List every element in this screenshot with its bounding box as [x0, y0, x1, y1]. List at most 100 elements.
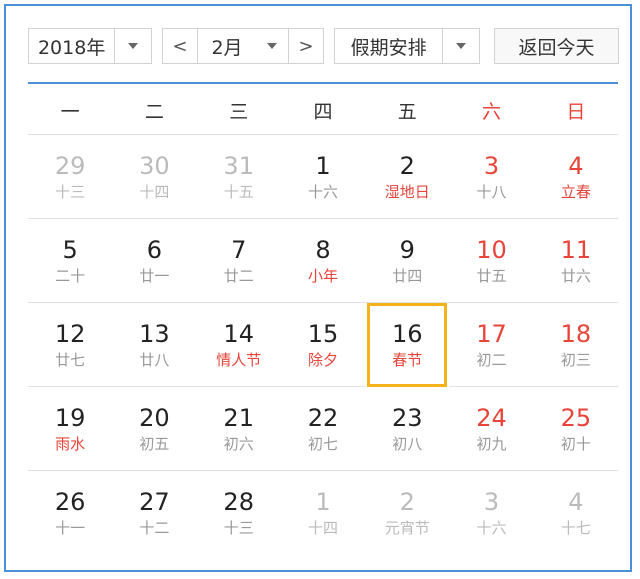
weekday-label: 日 [566, 100, 586, 123]
day-number: 28 [223, 488, 254, 516]
day-number: 17 [476, 319, 507, 348]
day-number: 8 [315, 235, 331, 264]
calendar-day[interactable]: 27 十二 [112, 471, 196, 555]
lunar-date-label: 十六 [307, 182, 338, 201]
day-number: 16 [392, 320, 423, 348]
calendar-day[interactable]: 14 情人节 [196, 303, 281, 387]
lunar-date-label: 十五 [223, 182, 254, 201]
lunar-date-label: 春节 [392, 351, 423, 369]
day-number: 10 [476, 235, 507, 264]
lunar-date-label: 立春 [560, 182, 591, 201]
weekday-label: 五 [397, 100, 417, 123]
prev-month-button[interactable]: < [163, 29, 197, 63]
day-number: 11 [560, 235, 592, 264]
lunar-date-label: 初五 [139, 434, 170, 453]
calendar-day[interactable]: 11 廿六 [533, 219, 618, 303]
calendar-day[interactable]: 6 廿一 [112, 219, 197, 303]
day-number: 31 [223, 151, 254, 180]
day-number: 6 [146, 235, 163, 264]
calendar-day[interactable]: 28 十三 [197, 471, 281, 555]
lunar-date-label: 廿八 [139, 350, 170, 369]
calendar-day[interactable]: 8 小年 [280, 219, 366, 303]
day-number: 19 [54, 403, 86, 432]
calendar-day[interactable]: 18 初三 [533, 303, 618, 387]
calendar-day[interactable]: 25 初十 [533, 387, 618, 471]
day-number: 24 [476, 403, 507, 432]
calendar-day[interactable]: 15 除夕 [280, 303, 366, 387]
calendar-day[interactable]: 13 廿八 [112, 303, 197, 387]
calendar-day[interactable]: 1 十四 [281, 471, 365, 555]
lunar-date-label: 廿六 [560, 266, 591, 285]
lunar-date-label: 廿二 [223, 266, 254, 285]
day-number: 29 [54, 151, 86, 180]
calendar-day[interactable]: 12 廿七 [28, 303, 113, 387]
lunar-date-label: 十四 [307, 519, 338, 537]
weekday-label: 四 [313, 100, 333, 123]
lunar-date-label: 十七 [560, 519, 591, 537]
calendar-day[interactable]: 19 雨水 [28, 387, 113, 471]
calendar-day[interactable]: 22 初七 [280, 387, 366, 471]
year-select[interactable]: 2018年 [28, 28, 152, 64]
calendar-day-selected[interactable]: 16 春节 [367, 303, 448, 387]
day-number: 7 [231, 235, 247, 264]
calendar-day[interactable]: 10 廿五 [449, 219, 534, 303]
lunar-date-label: 十六 [476, 519, 507, 537]
day-number: 3 [483, 488, 500, 516]
lunar-date-label: 十一 [55, 519, 86, 537]
calendar-day[interactable]: 23 初八 [365, 387, 450, 471]
day-number: 20 [139, 403, 170, 432]
calendar-day[interactable]: 3 十六 [449, 471, 533, 555]
day-number: 26 [54, 488, 86, 516]
calendar-day[interactable]: 5 二十 [28, 219, 113, 303]
calendar-toolbar: 2018年 < 2月 > 假期安排 返回今天 [6, 6, 630, 82]
calendar-day[interactable]: 4 立春 [533, 135, 618, 219]
day-number: 4 [568, 488, 584, 516]
weekday-header: 一二三四五六日 [28, 86, 618, 135]
day-number: 2 [399, 151, 415, 180]
calendar-day[interactable]: 24 初九 [449, 387, 534, 471]
day-number: 1 [315, 488, 331, 516]
chevron-down-icon[interactable] [443, 29, 479, 63]
day-number: 2 [399, 488, 415, 516]
calendar-day[interactable]: 1 十六 [280, 135, 366, 219]
day-number: 22 [307, 403, 339, 432]
calendar-day[interactable]: 29 十三 [28, 135, 113, 219]
lunar-date-label: 初九 [476, 434, 507, 453]
calendar-day[interactable]: 9 廿四 [365, 219, 450, 303]
weekday-label: 六 [482, 100, 502, 123]
calendar-day[interactable]: 17 初二 [449, 303, 534, 387]
holiday-select-value: 假期安排 [350, 36, 427, 59]
lunar-date-label: 雨水 [55, 434, 86, 453]
holiday-select[interactable]: 假期安排 [334, 28, 480, 64]
lunar-date-label: 情人节 [216, 350, 262, 369]
lunar-date-label: 初八 [392, 434, 423, 453]
calendar-day[interactable]: 30 十四 [112, 135, 197, 219]
weekday-label: 一 [60, 100, 80, 123]
lunar-date-label: 初二 [476, 350, 507, 369]
lunar-date-label: 十八 [476, 182, 507, 201]
lunar-date-label: 十三 [55, 182, 86, 201]
month-navigator: < 2月 > [162, 28, 324, 64]
chevron-down-icon[interactable] [256, 29, 288, 63]
lunar-date-label: 初六 [223, 434, 254, 453]
calendar-day[interactable]: 2 湿地日 [365, 135, 450, 219]
day-number: 18 [560, 319, 592, 348]
calendar-day[interactable]: 21 初六 [196, 387, 281, 471]
lunar-date-label: 廿五 [476, 266, 507, 285]
calendar-day[interactable]: 26 十一 [28, 471, 112, 555]
lunar-date-label: 廿四 [392, 266, 423, 285]
calendar-day[interactable]: 2 元宵节 [365, 471, 449, 555]
back-to-today-button[interactable]: 返回今天 [494, 28, 619, 64]
month-select-value[interactable]: 2月 [198, 29, 256, 63]
calendar-day[interactable]: 31 十五 [196, 135, 281, 219]
chevron-down-icon[interactable] [115, 29, 151, 63]
calendar-day[interactable]: 20 初五 [112, 387, 197, 471]
next-month-button[interactable]: > [289, 29, 323, 63]
calendar-day[interactable]: 7 廿二 [196, 219, 281, 303]
day-number: 14 [223, 319, 254, 348]
day-number: 25 [560, 403, 592, 432]
calendar-day[interactable]: 4 十七 [534, 471, 618, 555]
calendar-day[interactable]: 3 十八 [449, 135, 534, 219]
lunar-date-label: 廿七 [55, 350, 86, 369]
lunar-date-label: 廿一 [139, 266, 170, 285]
